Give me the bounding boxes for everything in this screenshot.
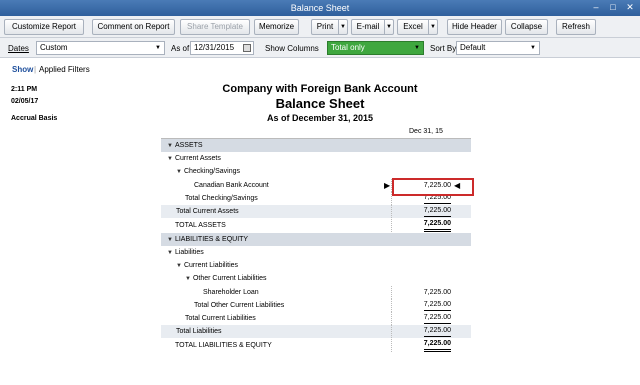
as-of-label: As of xyxy=(171,44,190,53)
excel-label: Excel xyxy=(403,22,423,31)
row-label: Shareholder Loan xyxy=(203,289,259,296)
report-row-total-other-current-liabilities[interactable]: Total Other Current Liabilities 7,225.00 xyxy=(161,299,471,312)
sort-by-select[interactable]: Default ▼ xyxy=(456,41,540,55)
title-bar: Balance Sheet – □ ✕ xyxy=(0,0,640,16)
row-label: Total Other Current Liabilities xyxy=(194,302,285,309)
row-value: 7,225.00 xyxy=(423,299,451,311)
print-dropdown-icon[interactable]: ▼ xyxy=(338,20,347,34)
show-columns-select[interactable]: Total only ▼ xyxy=(327,41,424,55)
row-value: 7,225.00 xyxy=(423,325,451,337)
dates-select[interactable]: Custom ▼ xyxy=(36,41,165,55)
chevron-down-icon: ▼ xyxy=(155,45,161,51)
email-dropdown-icon[interactable]: ▼ xyxy=(384,20,393,34)
row-label: TOTAL ASSETS xyxy=(175,222,226,229)
window-title: Balance Sheet xyxy=(290,3,350,13)
collapse-button[interactable]: Collapse xyxy=(505,19,548,35)
row-value: 7,225.00 xyxy=(423,289,451,296)
as-of-value: 12/31/2015 xyxy=(194,43,235,52)
report-title: Balance Sheet xyxy=(275,96,365,111)
report-row-checking-savings[interactable]: ▼ Checking/Savings xyxy=(161,165,471,178)
report-row-total-liabilities[interactable]: Total Liabilities 7,225.00 xyxy=(161,325,471,338)
report-toolbar: Customize Report Comment on Report Share… xyxy=(0,16,640,38)
comment-on-report-button[interactable]: Comment on Report xyxy=(92,19,175,35)
report-row-total-current-assets[interactable]: Total Current Assets 7,225.00 xyxy=(161,205,471,218)
row-label: Liabilities xyxy=(174,249,204,256)
row-label: Checking/Savings xyxy=(183,168,240,175)
share-template-button[interactable]: Share Template xyxy=(180,19,250,35)
excel-dropdown-icon[interactable]: ▼ xyxy=(428,20,437,34)
report-row-liabilities[interactable]: ▼ Liabilities xyxy=(161,246,471,259)
row-value: 7,225.00 xyxy=(423,219,451,232)
show-columns-label: Show Columns xyxy=(265,44,319,53)
row-value: 7,225.00 xyxy=(423,339,451,352)
row-pointer-icon: ▶ xyxy=(384,181,391,190)
show-columns-value: Total only xyxy=(331,43,365,52)
row-value: 7,225.00 xyxy=(423,205,451,217)
print-label: Print xyxy=(316,22,334,31)
customize-report-button[interactable]: Customize Report xyxy=(4,19,84,35)
report-row-liabilities-equity[interactable]: ▼ LIABILITIES & EQUITY xyxy=(161,233,471,246)
row-label: Total Current Assets xyxy=(176,208,239,215)
report-row-total-liabilities-equity[interactable]: TOTAL LIABILITIES & EQUITY 7,225.00 xyxy=(161,339,471,352)
refresh-button[interactable]: Refresh xyxy=(556,19,596,35)
report-row-other-current-liabilities[interactable]: ▼ Other Current Liabilities xyxy=(161,272,471,285)
filter-links-bar: Show | Applied Filters xyxy=(0,58,640,76)
as-of-date-field[interactable]: 12/31/2015 xyxy=(190,41,254,55)
row-label: Other Current Liabilities xyxy=(192,275,267,282)
applied-filters-link[interactable]: Applied Filters xyxy=(39,65,90,74)
report-row-total-assets[interactable]: TOTAL ASSETS 7,225.00 xyxy=(161,219,471,232)
sort-by-label: Sort By xyxy=(430,44,457,53)
report-row-current-liabilities[interactable]: ▼ Current Liabilities xyxy=(161,259,471,272)
row-label: Current Assets xyxy=(174,155,221,162)
report-row-current-assets[interactable]: ▼ Current Assets xyxy=(161,152,471,165)
report-row-assets[interactable]: ▼ ASSETS xyxy=(161,139,471,152)
email-button[interactable]: E-mail ▼ xyxy=(351,19,394,35)
selected-cell-highlight xyxy=(392,178,474,196)
row-label: Total Checking/Savings xyxy=(185,195,258,202)
row-label: Total Current Liabilities xyxy=(185,315,256,322)
separator: | xyxy=(34,65,37,74)
row-label: LIABILITIES & EQUITY xyxy=(174,236,249,243)
report-row-total-current-liabilities[interactable]: Total Current Liabilities 7,225.00 xyxy=(161,312,471,325)
hide-header-button[interactable]: Hide Header xyxy=(447,19,502,35)
row-label: TOTAL LIABILITIES & EQUITY xyxy=(175,342,272,349)
excel-button[interactable]: Excel ▼ xyxy=(397,19,438,35)
minimize-icon[interactable]: – xyxy=(589,2,603,13)
dates-value: Custom xyxy=(40,43,68,52)
column-header[interactable]: Dec 31, 15 xyxy=(409,128,443,135)
cell-pointer-icon: ◀ xyxy=(454,181,461,190)
calendar-icon[interactable] xyxy=(243,44,251,52)
row-label: Total Liabilities xyxy=(176,328,222,335)
row-label: Current Liabilities xyxy=(183,262,239,269)
show-filters-link[interactable]: Show xyxy=(12,65,33,74)
report-row-shareholder-loan[interactable]: Shareholder Loan 7,225.00 xyxy=(161,286,471,299)
maximize-icon[interactable]: □ xyxy=(606,2,620,13)
company-name: Company with Foreign Bank Account xyxy=(222,83,418,95)
filter-toolbar: Dates Custom ▼ As of 12/31/2015 Show Col… xyxy=(0,38,640,58)
sort-by-value: Default xyxy=(460,43,486,52)
chevron-down-icon: ▼ xyxy=(414,45,420,51)
print-button[interactable]: Print ▼ xyxy=(311,19,348,35)
memorize-button[interactable]: Memorize xyxy=(254,19,299,35)
row-label: ASSETS xyxy=(174,142,203,149)
close-icon[interactable]: ✕ xyxy=(623,2,637,13)
chevron-down-icon: ▼ xyxy=(530,45,536,51)
collapse-triangle-icon[interactable]: ▼ xyxy=(176,166,182,179)
row-value: 7,225.00 xyxy=(423,312,451,324)
dates-label: Dates xyxy=(8,44,29,53)
email-label: E-mail xyxy=(356,22,380,31)
row-label: Canadian Bank Account xyxy=(194,182,269,189)
report-subtitle: As of December 31, 2015 xyxy=(266,113,374,123)
collapse-triangle-icon[interactable]: ▼ xyxy=(185,273,191,286)
